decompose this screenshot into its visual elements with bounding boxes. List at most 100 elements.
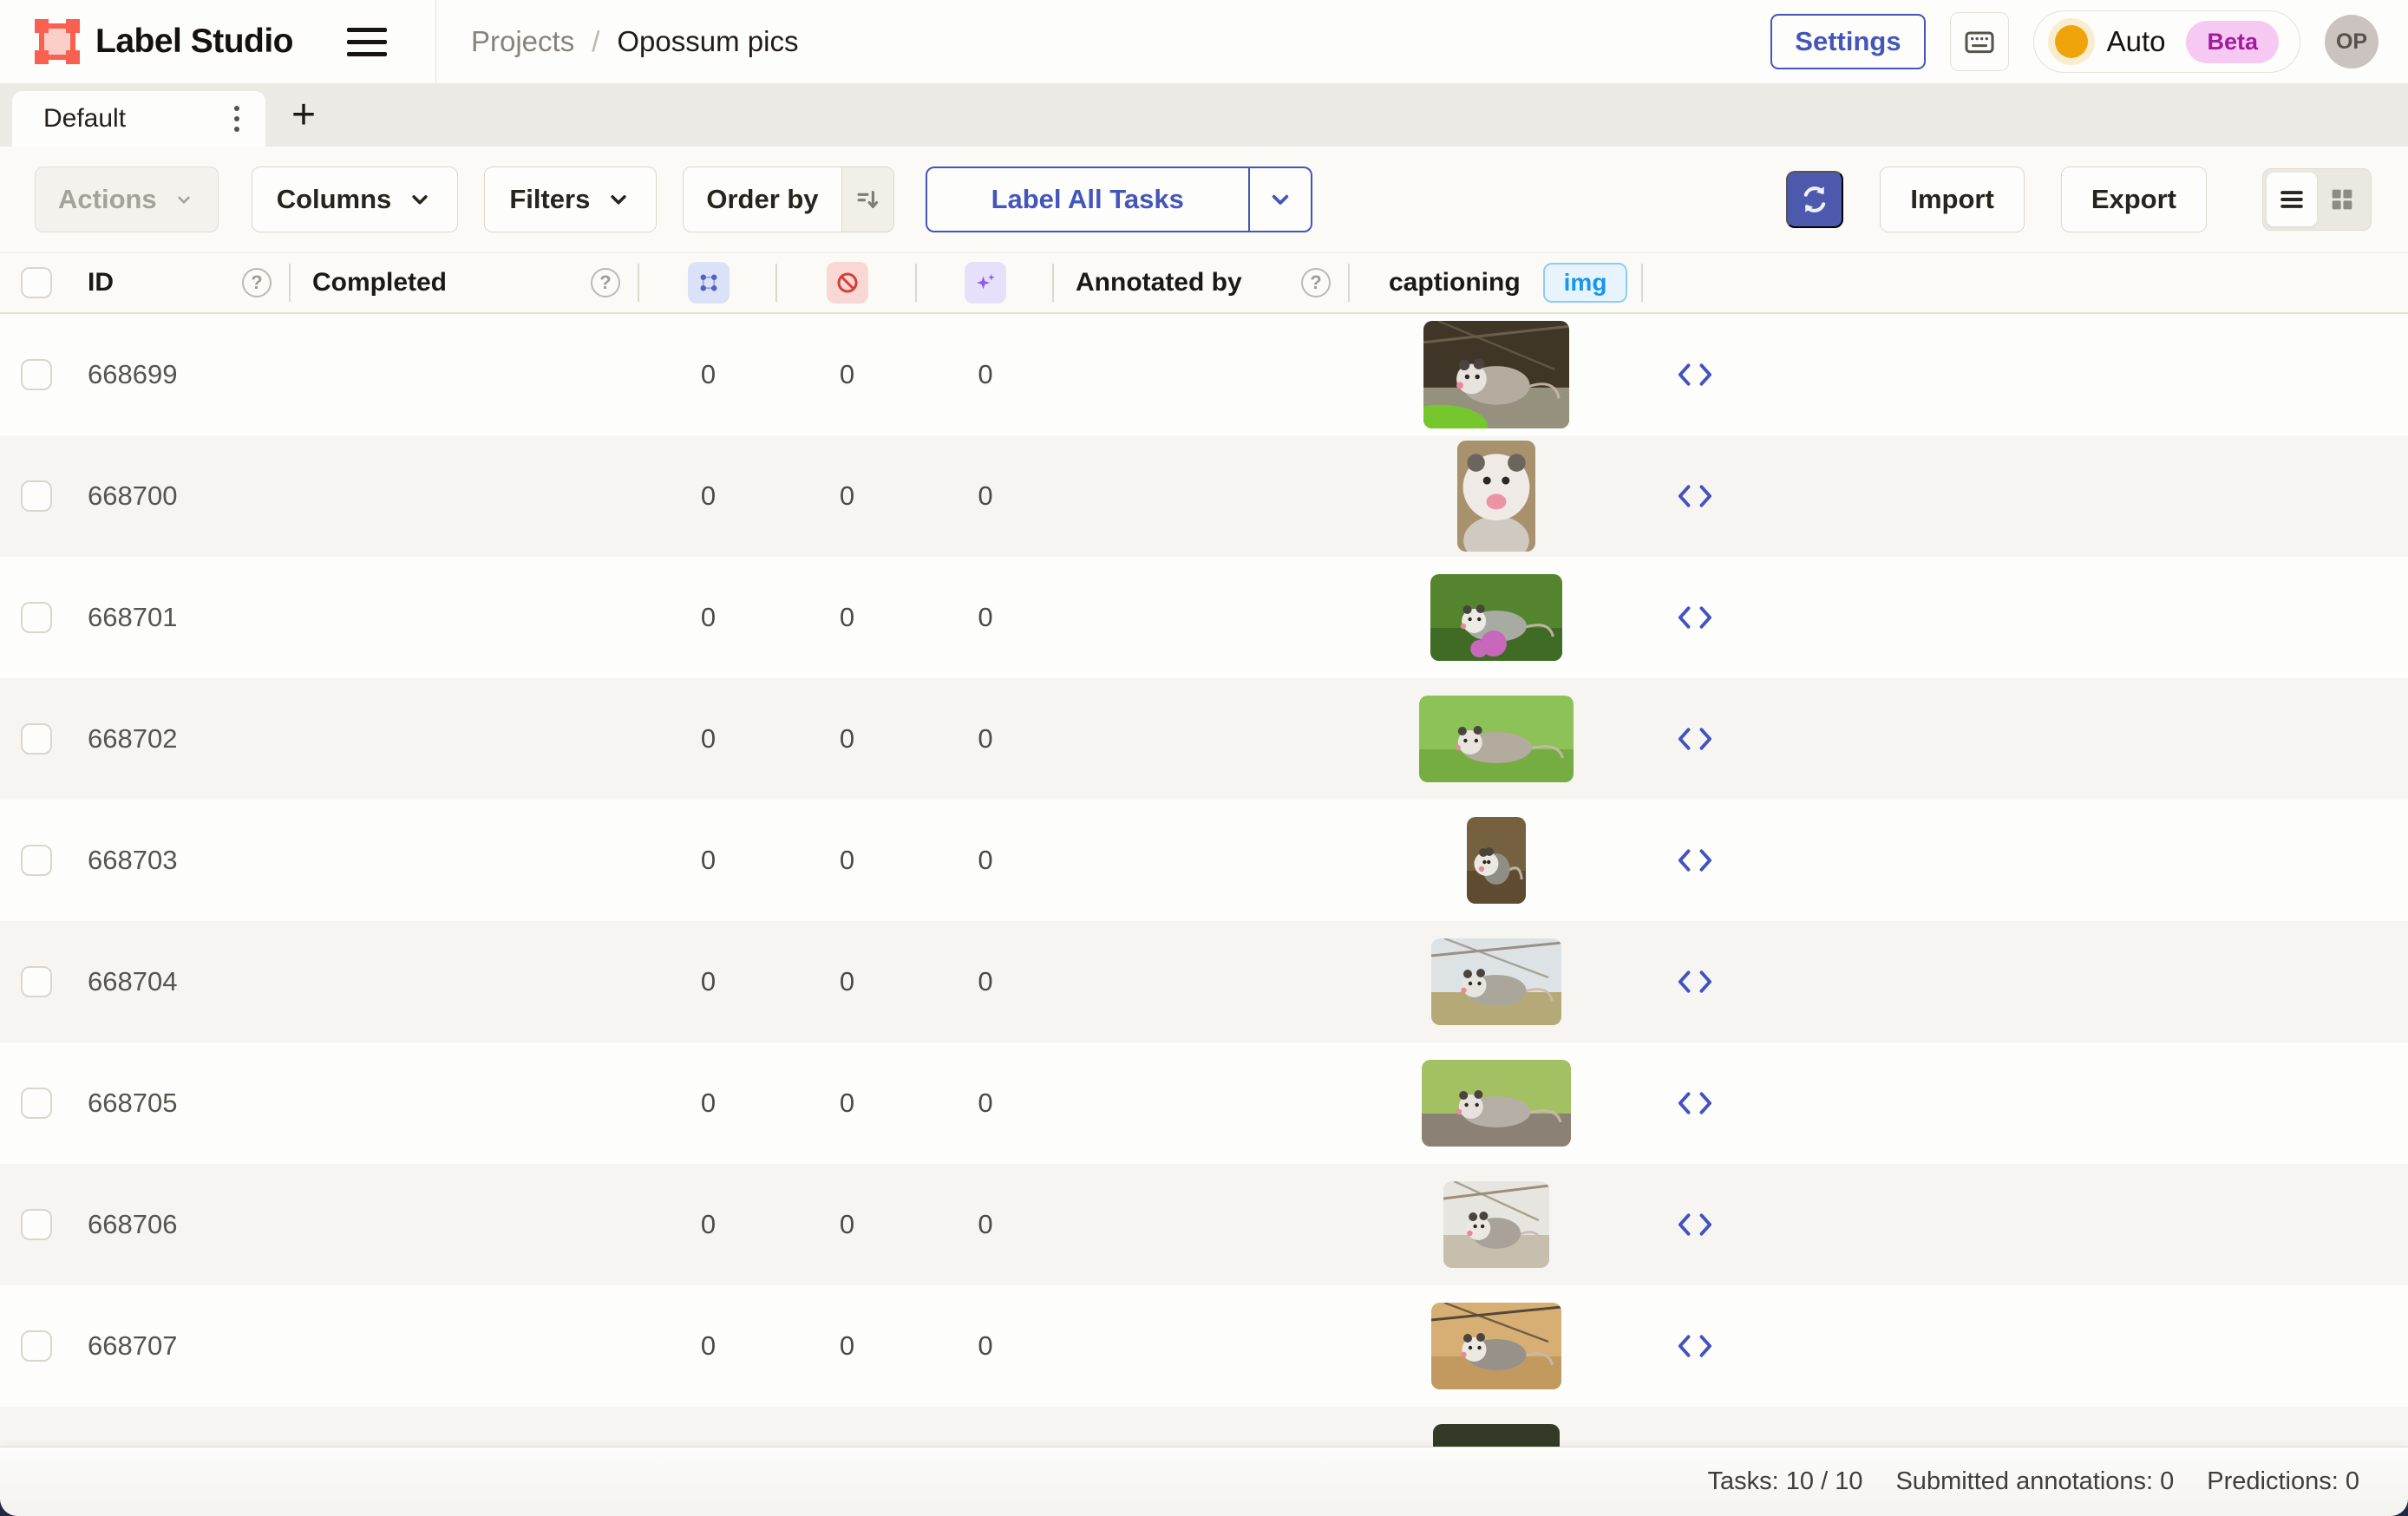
cancelled-count-value: 0 [840, 1088, 854, 1119]
export-label: Export [2091, 184, 2176, 215]
help-icon[interactable]: ? [1301, 268, 1331, 297]
list-view-icon [2277, 185, 2307, 214]
row-checkbox[interactable] [21, 602, 52, 633]
column-id-label: ID [88, 268, 114, 297]
actions-button[interactable]: Actions [35, 167, 219, 232]
task-image-thumbnail[interactable] [1431, 1303, 1561, 1389]
predictions-count-value: 0 [978, 480, 992, 512]
help-icon[interactable]: ? [591, 268, 620, 297]
chevron-down-icon [407, 186, 433, 212]
order-by-label: Order by [684, 184, 841, 215]
import-label: Import [1910, 184, 1993, 215]
show-source-icon[interactable] [1676, 1212, 1714, 1238]
import-button[interactable]: Import [1880, 167, 2024, 232]
tab-default-label: Default [43, 104, 126, 134]
row-checkbox[interactable] [21, 966, 52, 997]
settings-button[interactable]: Settings [1770, 14, 1925, 69]
cancelled-count-value: 0 [840, 723, 854, 755]
tab-default[interactable]: Default [12, 91, 265, 147]
table-row[interactable]: 668701 0 0 0 [0, 557, 2408, 678]
breadcrumb-separator: / [592, 25, 599, 58]
user-avatar[interactable]: OP [2325, 15, 2379, 69]
row-checkbox[interactable] [21, 1330, 52, 1362]
show-source-icon[interactable] [1676, 483, 1714, 509]
show-source-icon[interactable] [1676, 969, 1714, 995]
table-row[interactable]: 668707 0 0 0 [0, 1285, 2408, 1407]
columns-button[interactable]: Columns [252, 167, 459, 232]
table-row[interactable]: 668699 0 0 0 [0, 314, 2408, 435]
task-image-thumbnail[interactable] [1430, 574, 1562, 661]
table-row[interactable]: 668700 0 0 0 [0, 435, 2408, 557]
list-view-button[interactable] [2267, 173, 2317, 226]
column-header-cancelled[interactable] [777, 253, 917, 312]
table-row[interactable]: 668704 0 0 0 [0, 921, 2408, 1042]
column-header-annotations[interactable] [639, 253, 777, 312]
keyboard-shortcuts-button[interactable] [1950, 12, 2009, 71]
row-checkbox[interactable] [21, 723, 52, 755]
column-header-annotated-by[interactable]: Annotated by ? [1054, 253, 1350, 312]
app-header: Label Studio Projects / Opossum pics Set… [0, 0, 2408, 83]
hamburger-menu-icon[interactable] [347, 24, 387, 59]
task-id: 668702 [88, 723, 177, 755]
table-row[interactable]: 668706 0 0 0 [0, 1164, 2408, 1285]
task-image-thumbnail[interactable] [1467, 817, 1526, 904]
refresh-button[interactable] [1786, 171, 1843, 228]
cancelled-count-value: 0 [840, 359, 854, 390]
task-image-thumbnail[interactable] [1431, 938, 1561, 1025]
row-checkbox[interactable] [21, 1209, 52, 1240]
row-checkbox[interactable] [21, 1088, 52, 1119]
row-checkbox[interactable] [21, 845, 52, 876]
label-all-tasks-button[interactable]: Label All Tasks [926, 167, 1312, 232]
task-image-thumbnail[interactable] [1419, 696, 1574, 782]
predictions-count-value: 0 [978, 966, 992, 997]
table-row[interactable]: 668703 0 0 0 [0, 800, 2408, 921]
export-button[interactable]: Export [2061, 167, 2207, 232]
breadcrumb-projects[interactable]: Projects [471, 25, 574, 58]
select-all-checkbox[interactable] [21, 267, 52, 298]
task-image-thumbnail[interactable] [1423, 321, 1569, 428]
help-icon[interactable]: ? [242, 268, 272, 297]
filters-button[interactable]: Filters [484, 167, 657, 232]
task-image-thumbnail[interactable] [1433, 1424, 1560, 1447]
tab-options-kebab-icon[interactable] [227, 99, 246, 139]
label-studio-logo[interactable]: Label Studio [33, 17, 293, 66]
keyboard-icon [1962, 24, 1997, 59]
grid-view-button[interactable] [2317, 173, 2367, 226]
annotations-count-value: 0 [701, 1209, 716, 1240]
order-by-button[interactable]: Order by [683, 167, 893, 232]
task-id: 668699 [88, 359, 177, 390]
task-image-thumbnail[interactable] [1443, 1181, 1549, 1268]
show-source-icon[interactable] [1676, 362, 1714, 388]
row-checkbox[interactable] [21, 480, 52, 512]
task-id: 668701 [88, 602, 177, 633]
row-checkbox[interactable] [21, 359, 52, 390]
add-view-button[interactable]: + [279, 90, 328, 139]
show-source-icon[interactable] [1676, 726, 1714, 752]
task-image-thumbnail[interactable] [1457, 441, 1535, 552]
annotations-count-value: 0 [701, 480, 716, 512]
show-source-icon[interactable] [1676, 1333, 1714, 1359]
task-id: 668700 [88, 480, 177, 512]
annotations-count-value: 0 [701, 1330, 716, 1362]
auto-annotation-toggle[interactable]: Auto Beta [2033, 10, 2300, 73]
task-id: 668706 [88, 1209, 177, 1240]
column-completed-label: Completed [312, 268, 447, 297]
breadcrumb: Projects / Opossum pics [471, 25, 798, 58]
column-header-completed[interactable]: Completed ? [291, 253, 639, 312]
table-row[interactable]: 668705 0 0 0 [0, 1042, 2408, 1164]
app-title: Label Studio [95, 23, 293, 61]
sort-direction-icon[interactable] [841, 167, 893, 232]
predictions-sparkles-icon [965, 262, 1006, 304]
show-source-icon[interactable] [1676, 604, 1714, 631]
filters-label: Filters [509, 184, 590, 215]
column-header-predictions[interactable] [917, 253, 1054, 312]
show-source-icon[interactable] [1676, 1090, 1714, 1116]
breadcrumb-current-project: Opossum pics [617, 25, 798, 58]
task-image-thumbnail[interactable] [1422, 1060, 1571, 1147]
column-header-id[interactable]: ID ? [69, 253, 291, 312]
show-source-icon[interactable] [1676, 847, 1714, 873]
label-all-tasks-dropdown[interactable] [1248, 168, 1311, 231]
table-row[interactable]: 668702 0 0 0 [0, 678, 2408, 800]
table-row-partial[interactable] [0, 1407, 2408, 1447]
column-header-captioning[interactable]: captioning img [1350, 253, 1643, 312]
